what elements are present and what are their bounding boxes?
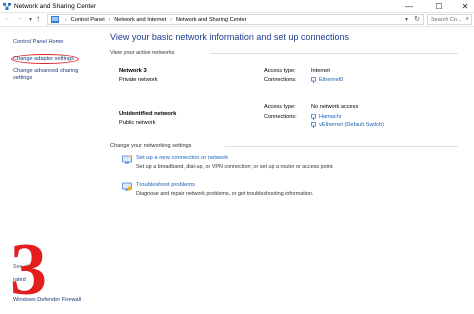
- search-placeholder: Search Co...: [431, 16, 462, 23]
- title-bar: Network and Sharing Center — ☐ ✕: [0, 0, 474, 13]
- left-nav-pane: Control Panel Home Change adapter settin…: [0, 27, 100, 314]
- ethernet-icon: [311, 114, 316, 120]
- ethernet-icon: [311, 122, 316, 128]
- address-field[interactable]: › Control Panel › Network and Internet ›…: [47, 14, 424, 25]
- connections-label: Connections:: [264, 77, 297, 83]
- address-bar: ← → ▼ ↑ › Control Panel › Network and In…: [0, 13, 474, 27]
- connection-link[interactable]: Ethernet0: [311, 77, 343, 83]
- forward-button[interactable]: →: [16, 15, 23, 22]
- active-networks-label: View your active networks: [110, 50, 175, 56]
- network-name: Network 3: [119, 68, 147, 74]
- networking-settings-label: Change your networking settings: [110, 143, 192, 149]
- breadcrumb-separator-icon: ›: [65, 16, 67, 23]
- connection-link[interactable]: vEthernet (Default Switch): [311, 122, 384, 128]
- close-button[interactable]: ✕: [456, 0, 474, 13]
- breadcrumb-control-panel[interactable]: Control Panel: [71, 17, 105, 23]
- network-category: Public network: [119, 120, 156, 126]
- search-icon[interactable]: ⌕: [466, 16, 469, 23]
- connection-name[interactable]: Hamachi: [319, 114, 341, 120]
- change-advanced-sharing-link[interactable]: Change advanced sharing settings: [13, 68, 93, 82]
- ethernet-icon: [311, 77, 316, 83]
- address-dropdown-icon[interactable]: ▼: [404, 17, 409, 23]
- connection-name[interactable]: vEthernet (Default Switch): [319, 122, 384, 128]
- breadcrumb-network-sharing-center[interactable]: Network and Sharing Center: [176, 17, 247, 23]
- network-app-icon: [3, 3, 11, 10]
- breadcrumb-separator-icon: ›: [170, 16, 172, 23]
- breadcrumb-separator-icon: ›: [108, 16, 111, 23]
- access-type-value: No network access: [311, 104, 359, 110]
- new-connection-description: Set up a broadband, dial-up, or VPN conn…: [136, 164, 334, 170]
- recent-locations-chevron-icon[interactable]: ▼: [28, 17, 33, 23]
- up-button[interactable]: ↑: [36, 14, 40, 23]
- connection-name[interactable]: Ethernet0: [319, 77, 343, 83]
- connection-link[interactable]: Hamachi: [311, 114, 341, 120]
- page-title: View your basic network information and …: [110, 32, 349, 42]
- network-category: Private network: [119, 77, 158, 83]
- network-name: Unidentified network: [119, 111, 177, 117]
- divider: [210, 53, 458, 54]
- access-type-value: Internet: [311, 68, 330, 74]
- new-connection-link[interactable]: Set up a new connection or network: [136, 155, 228, 161]
- refresh-icon[interactable]: ↻: [414, 15, 420, 23]
- troubleshoot-description: Diagnose and repair network problems, or…: [136, 191, 314, 197]
- access-type-label: Access type:: [264, 68, 296, 74]
- divider: [225, 146, 458, 147]
- maximize-button[interactable]: ☐: [430, 0, 448, 13]
- minimize-button[interactable]: —: [400, 0, 418, 13]
- window-title: Network and Sharing Center: [14, 3, 97, 10]
- access-type-label: Access type:: [264, 104, 296, 110]
- main-content: View your basic network information and …: [100, 27, 474, 314]
- change-adapter-settings-link[interactable]: Change adapter settings: [13, 56, 74, 62]
- breadcrumb-network-internet[interactable]: Network and Internet: [114, 17, 166, 23]
- back-button[interactable]: ←: [4, 15, 11, 22]
- control-panel-icon: [51, 16, 59, 23]
- troubleshoot-link[interactable]: Troubleshoot problems: [136, 182, 195, 188]
- new-connection-icon: [122, 155, 133, 164]
- step-number-annotation: 3: [10, 229, 47, 311]
- troubleshoot-icon: [122, 182, 132, 191]
- control-panel-home-link[interactable]: Control Panel Home: [13, 39, 63, 45]
- connections-label: Connections:: [264, 114, 297, 120]
- search-input[interactable]: Search Co... ⌕: [427, 14, 472, 25]
